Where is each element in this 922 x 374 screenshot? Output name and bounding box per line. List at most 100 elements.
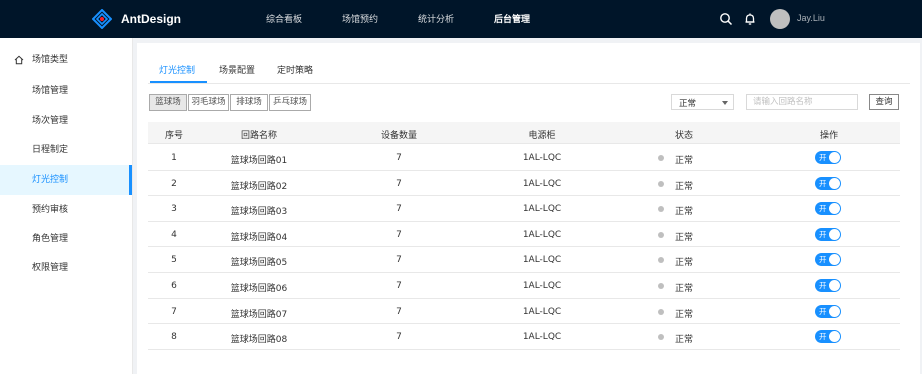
cell-power-cabinet: 1AL-LQC xyxy=(522,153,562,163)
column-header-index: 序号 xyxy=(164,131,183,141)
sidebar-item-label: 日程制定 xyxy=(32,145,69,155)
tab-lighting-control[interactable]: 灯光控制 xyxy=(159,63,195,76)
toggle-label: 开 xyxy=(819,281,827,290)
column-header-cabinet: 电源柜 xyxy=(528,131,556,141)
cell-device-count: 7 xyxy=(396,178,402,189)
cell-index: 7 xyxy=(171,306,177,317)
nav-dashboard[interactable]: 综合看板 xyxy=(266,12,302,25)
sidebar-item-venue-type[interactable]: 场馆类型 xyxy=(0,45,132,75)
status-select-value: 正常 xyxy=(679,99,697,109)
category-badminton[interactable]: 羽毛球场 xyxy=(188,94,229,111)
toggle-knob xyxy=(829,305,840,317)
query-button[interactable]: 查询 xyxy=(869,94,899,110)
search-icon[interactable] xyxy=(719,12,733,26)
cell-device-count: 7 xyxy=(396,281,402,291)
caret-down-icon xyxy=(722,101,728,105)
cell-status: 正常 xyxy=(675,181,694,192)
toggle-knob xyxy=(829,152,840,163)
status-dot-icon xyxy=(658,308,664,315)
light-switch-toggle[interactable]: 开 xyxy=(815,304,841,318)
cell-device-count: 7 xyxy=(396,204,402,215)
sidebar: 场馆类型 场馆管理 场次管理 日程制定 灯光控制 预约审核 角色管理 权限管理 xyxy=(0,38,133,374)
toggle-knob xyxy=(829,331,840,343)
cell-power-cabinet: 1AL-LQC xyxy=(522,281,562,291)
sidebar-item-roles[interactable]: 角色管理 xyxy=(0,224,132,254)
sidebar-item-label: 角色管理 xyxy=(32,234,69,244)
sidebar-item-session-manage[interactable]: 场次管理 xyxy=(0,106,132,136)
toggle-knob xyxy=(829,177,840,189)
bell-icon[interactable] xyxy=(743,12,757,26)
cell-index: 1 xyxy=(171,153,177,163)
sidebar-item-venue-manage[interactable]: 场馆管理 xyxy=(0,76,132,106)
tab-scene-config[interactable]: 场景配置 xyxy=(219,63,255,76)
sidebar-item-lighting[interactable]: 灯光控制 xyxy=(0,165,132,195)
cell-index: 3 xyxy=(171,204,177,215)
cell-status: 正常 xyxy=(675,258,694,269)
cell-circuit-name: 篮球场回路02 xyxy=(230,181,288,192)
status-dot-icon xyxy=(658,257,664,264)
username[interactable]: Jay.Liu xyxy=(797,13,825,23)
category-table-tennis[interactable]: 乒乓球场 xyxy=(269,94,311,111)
cell-device-count: 7 xyxy=(396,332,402,343)
cell-index: 5 xyxy=(171,255,177,266)
search-input[interactable] xyxy=(746,94,858,110)
cell-device-count: 7 xyxy=(396,306,402,317)
toggle-knob xyxy=(829,228,840,240)
sidebar-item-label: 权限管理 xyxy=(32,263,69,273)
sidebar-item-schedule[interactable]: 日程制定 xyxy=(0,135,132,165)
cell-circuit-name: 篮球场回路06 xyxy=(230,284,288,294)
table-row: 2 篮球场回路02 7 1AL-LQC 正常 开 xyxy=(148,171,900,197)
brand-logo[interactable]: AntDesign xyxy=(92,9,181,29)
column-header-status: 状态 xyxy=(674,131,693,141)
cell-index: 8 xyxy=(171,332,177,343)
light-switch-toggle[interactable]: 开 xyxy=(815,330,841,344)
light-switch-toggle[interactable]: 开 xyxy=(815,151,841,164)
table-row: 1 篮球场回路01 7 1AL-LQC 正常 开 xyxy=(148,145,900,171)
cell-circuit-name: 篮球场回路01 xyxy=(230,156,288,166)
antdesign-logo-icon xyxy=(92,9,112,29)
toggle-label: 开 xyxy=(819,178,827,188)
light-switch-toggle[interactable]: 开 xyxy=(815,176,841,190)
toggle-knob xyxy=(829,203,840,215)
sidebar-item-label: 场馆管理 xyxy=(32,86,69,96)
top-header: AntDesign 综合看板 场馆预约 统计分析 后台管理 Jay.Liu xyxy=(0,0,922,38)
tab-timer-strategy[interactable]: 定时策略 xyxy=(277,63,313,76)
light-switch-toggle[interactable]: 开 xyxy=(815,253,841,267)
nav-admin[interactable]: 后台管理 xyxy=(494,12,530,25)
avatar[interactable] xyxy=(770,9,790,29)
cell-status: 正常 xyxy=(675,309,694,320)
nav-statistics[interactable]: 统计分析 xyxy=(418,12,454,25)
category-volleyball[interactable]: 排球场 xyxy=(230,94,268,111)
cell-circuit-name: 篮球场回路03 xyxy=(230,207,288,218)
table-row: 8 篮球场回路08 7 1AL-LQC 正常 开 xyxy=(148,324,900,350)
cell-device-count: 7 xyxy=(396,229,402,240)
cell-index: 6 xyxy=(171,281,177,291)
light-switch-toggle[interactable]: 开 xyxy=(815,227,841,241)
light-switch-toggle[interactable]: 开 xyxy=(815,202,841,216)
category-basketball[interactable]: 篮球场 xyxy=(149,94,187,111)
status-select[interactable]: 正常 xyxy=(671,94,734,110)
cell-status: 正常 xyxy=(675,284,694,294)
toggle-label: 开 xyxy=(819,229,827,239)
toggle-label: 开 xyxy=(819,204,827,214)
sidebar-item-label: 场馆类型 xyxy=(32,55,69,65)
toggle-label: 开 xyxy=(819,306,827,316)
sidebar-item-permissions[interactable]: 权限管理 xyxy=(0,253,132,283)
nav-venue-booking[interactable]: 场馆预约 xyxy=(342,12,378,25)
cell-power-cabinet: 1AL-LQC xyxy=(522,332,562,343)
sidebar-item-label: 场次管理 xyxy=(32,116,69,126)
toggle-label: 开 xyxy=(819,153,827,162)
cell-circuit-name: 篮球场回路08 xyxy=(230,335,288,346)
sidebar-item-label: 预约审核 xyxy=(32,205,69,215)
status-dot-icon xyxy=(658,155,664,161)
cell-device-count: 7 xyxy=(396,153,402,163)
home-icon xyxy=(14,55,24,65)
main-content: 灯光控制 场景配置 定时策略 篮球场 羽毛球场 排球场 乒乓球场 正常 查询 序… xyxy=(137,43,920,374)
sidebar-item-label: 灯光控制 xyxy=(32,175,69,185)
toggle-label: 开 xyxy=(819,332,827,342)
status-dot-icon xyxy=(658,180,664,187)
sidebar-item-booking-review[interactable]: 预约审核 xyxy=(0,195,132,225)
toggle-knob xyxy=(829,254,840,266)
light-switch-toggle[interactable]: 开 xyxy=(815,279,841,292)
cell-power-cabinet: 1AL-LQC xyxy=(522,178,562,189)
